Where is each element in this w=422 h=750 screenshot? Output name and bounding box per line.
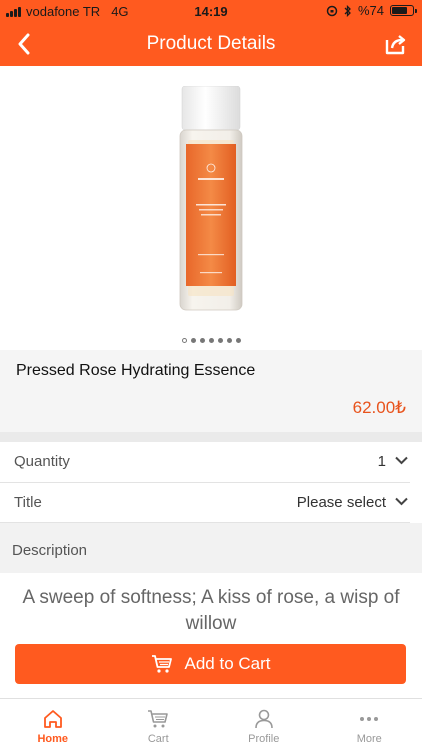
tab-bar: Home Cart Profile More <box>0 698 422 750</box>
product-gallery[interactable] <box>0 66 422 350</box>
add-to-cart-button[interactable]: Add to Cart <box>15 644 406 684</box>
tab-profile-label: Profile <box>248 733 280 745</box>
orientation-lock-icon <box>326 5 338 16</box>
home-icon <box>43 710 62 728</box>
product-price: 62.00₺ <box>352 398 406 417</box>
share-icon <box>385 35 406 55</box>
page-title: Product Details <box>146 33 276 54</box>
battery-fill <box>392 7 407 14</box>
description-header: Description <box>0 529 422 573</box>
gallery-dot[interactable] <box>199 338 205 343</box>
add-to-cart-bar: Add to Cart <box>0 635 422 697</box>
tab-home-label: Home <box>37 733 69 745</box>
description-text: A sweep of softness; A kiss of rose, a w… <box>22 587 400 634</box>
product-name: Pressed Rose Hydrating Essence <box>16 362 256 379</box>
gallery-dot[interactable] <box>190 338 196 343</box>
quantity-value: 1 <box>377 453 386 470</box>
gallery-dot[interactable] <box>208 338 214 343</box>
profile-icon <box>254 709 273 729</box>
tab-cart-label: Cart <box>147 733 169 745</box>
section-divider <box>0 432 422 442</box>
quantity-selector[interactable]: Quantity 1 <box>0 442 422 482</box>
title-label: Title <box>14 494 42 511</box>
status-right: %74 <box>326 3 417 18</box>
description-body: A sweep of softness; A kiss of rose, a w… <box>0 573 422 635</box>
cart-icon <box>151 655 172 673</box>
battery-percent: %74 <box>357 3 384 18</box>
tab-more[interactable]: More <box>317 699 422 750</box>
title-selector[interactable]: Title Please select <box>0 483 422 523</box>
quantity-label: Quantity <box>14 453 70 470</box>
product-info: Pressed Rose Hydrating Essence 62.00₺ <box>0 350 422 432</box>
cart-icon <box>148 710 169 728</box>
title-value: Please select <box>296 494 386 511</box>
more-icon <box>360 717 379 721</box>
product-image <box>179 86 243 311</box>
chevron-down-icon <box>395 497 408 506</box>
nav-bar: Product Details <box>0 22 422 66</box>
tab-cart[interactable]: Cart <box>106 699 212 750</box>
share-button[interactable] <box>380 28 412 60</box>
gallery-dot[interactable] <box>217 338 223 343</box>
tab-home[interactable]: Home <box>0 699 106 750</box>
status-bar: vodafone TR 4G 14:19 %74 <box>0 0 422 22</box>
chevron-down-icon <box>395 456 408 465</box>
gallery-dot[interactable] <box>226 338 232 343</box>
description-heading: Description <box>12 542 88 559</box>
bluetooth-icon <box>344 4 351 17</box>
gallery-dot[interactable] <box>235 338 241 343</box>
tab-more-label: More <box>356 733 382 745</box>
tab-profile[interactable]: Profile <box>211 699 317 750</box>
battery-icon <box>390 5 417 16</box>
add-to-cart-label: Add to Cart <box>184 654 271 673</box>
gallery-pager[interactable] <box>0 338 422 343</box>
gallery-dot[interactable] <box>181 338 187 343</box>
